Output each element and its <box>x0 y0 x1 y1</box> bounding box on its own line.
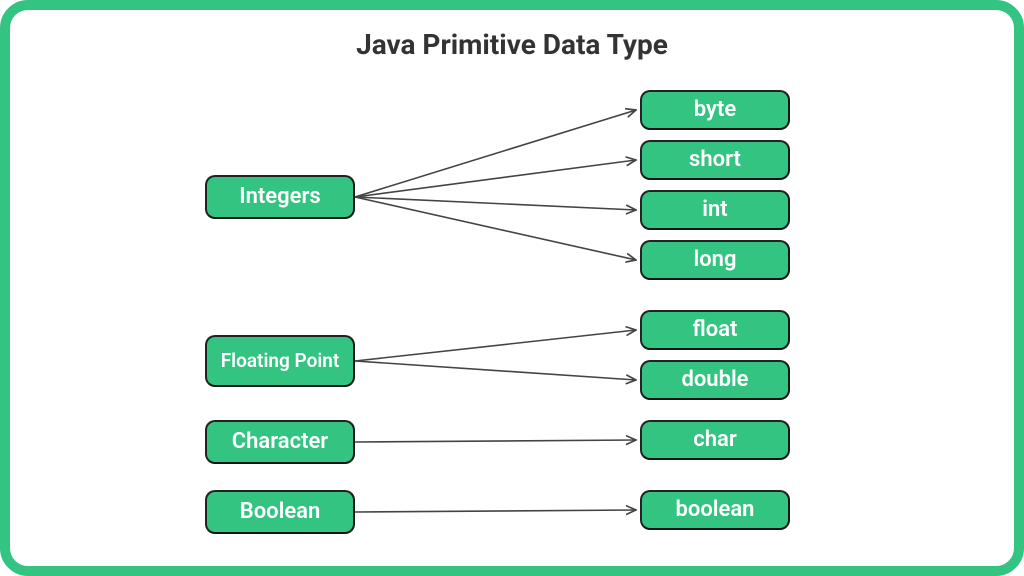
connector-arrow <box>355 110 636 197</box>
category-integers: Integers <box>205 175 355 219</box>
type-char: char <box>640 420 790 460</box>
type-int: int <box>640 190 790 230</box>
type-long: long <box>640 240 790 280</box>
type-byte: byte <box>640 90 790 130</box>
connector-arrow <box>355 197 636 210</box>
type-double: double <box>640 360 790 400</box>
type-float: float <box>640 310 790 350</box>
category-floating: Floating Point <box>205 335 355 387</box>
connector-arrow <box>355 510 636 512</box>
diagram-title: Java Primitive Data Type <box>10 28 1014 61</box>
connector-arrow <box>355 440 636 442</box>
connector-arrow <box>355 361 636 380</box>
connector-layer <box>10 10 1014 566</box>
connector-arrow <box>355 160 636 197</box>
diagram-frame: Java Primitive Data Type Integers Floati… <box>0 0 1024 576</box>
connector-arrow <box>355 197 636 260</box>
type-boolean: boolean <box>640 490 790 530</box>
category-character: Character <box>205 420 355 464</box>
category-boolean: Boolean <box>205 490 355 534</box>
connector-arrow <box>355 330 636 361</box>
type-short: short <box>640 140 790 180</box>
